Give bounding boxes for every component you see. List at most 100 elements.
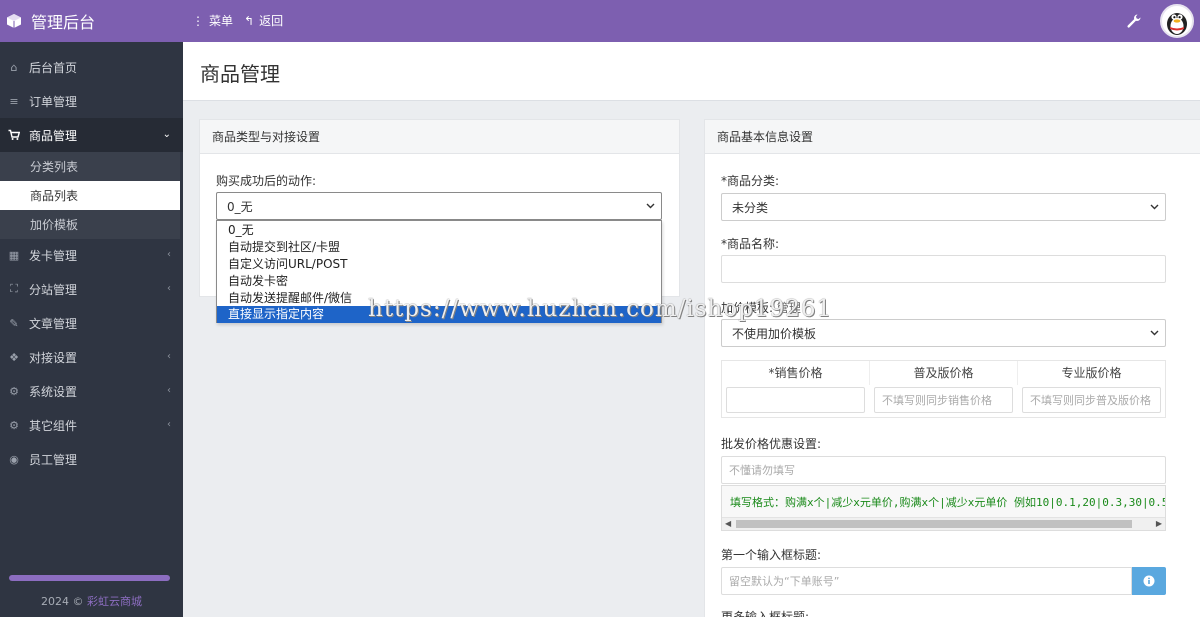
sidebar-item-orders[interactable]: ≡ 订单管理 xyxy=(0,84,183,118)
pro-price-input[interactable]: 不填写则同步普及版价格 xyxy=(1022,387,1161,413)
sidebar-item-label: 系统设置 xyxy=(29,384,78,399)
category-select[interactable]: 未分类 xyxy=(721,193,1166,221)
sidebar-item-label: 员工管理 xyxy=(29,452,78,467)
chevron-left-icon: ‹ xyxy=(167,419,171,430)
back-label: 返回 xyxy=(259,14,284,28)
horizontal-scrollbar[interactable]: ◀ ▶ xyxy=(722,517,1165,530)
list-icon: ≡ xyxy=(9,94,19,108)
edit-icon: ✎ xyxy=(9,316,19,330)
action-select[interactable]: 0_无 xyxy=(216,192,662,220)
page-header: 商品管理 xyxy=(183,42,1200,101)
category-select-value: 未分类 xyxy=(732,200,769,215)
sidebar: ⌂ 后台首页 ≡ 订单管理 商品管理 ⌄ 分类列表 商品列表 加价模板 ▦ 发卡… xyxy=(0,42,183,617)
wholesale-input[interactable]: 不懂请勿填写 xyxy=(721,456,1166,484)
home-icon: ⌂ xyxy=(10,60,18,74)
scroll-left-icon[interactable]: ◀ xyxy=(725,519,731,528)
chevron-down-icon xyxy=(1150,330,1159,336)
sidebar-item-system[interactable]: ⚙ 系统设置 ‹ xyxy=(0,374,183,408)
gear-icon: ⚙ xyxy=(9,384,19,398)
penguin-icon xyxy=(1167,13,1187,35)
action-option[interactable]: 0_无 xyxy=(217,222,661,239)
sidebar-item-cards[interactable]: ▦ 发卡管理 ‹ xyxy=(0,238,183,272)
chevron-down-icon xyxy=(646,203,655,209)
action-label: 购买成功后的动作: xyxy=(216,174,317,188)
first-input-title-field[interactable]: 留空默认为“下单账号” xyxy=(721,567,1132,595)
chevron-left-icon: ‹ xyxy=(167,283,171,294)
copyright: 2024 © 彩虹云商城 xyxy=(0,593,183,609)
action-option[interactable]: 自定义访问URL/POST xyxy=(217,256,661,273)
chevron-down-icon xyxy=(1150,204,1159,210)
sidebar-item-staff[interactable]: ◉ 员工管理 xyxy=(0,442,183,476)
copyright-year: 2024 © xyxy=(41,595,84,608)
sidebar-item-substations[interactable]: ⛶ 分站管理 ‹ xyxy=(0,272,183,306)
cube-icon xyxy=(7,14,21,28)
action-option[interactable]: 自动提交到社区/卡盟 xyxy=(217,239,661,256)
menu-toggle-button[interactable]: ⋮ 菜单 xyxy=(192,12,233,29)
top-bar: 管理后台 ⋮ 菜单 ↰ 返回 xyxy=(0,0,1200,42)
sidebar-subitem-markup-templates[interactable]: 加价模板 xyxy=(0,210,180,239)
price-header-basic: 普及版价格 xyxy=(870,361,1018,385)
category-label: *商品分类: xyxy=(721,174,780,188)
scrollbar-thumb[interactable] xyxy=(736,520,1132,528)
brand[interactable]: 管理后台 xyxy=(0,0,183,42)
cart-icon xyxy=(8,129,20,141)
sitemap-icon: ⛶ xyxy=(10,282,18,295)
user-icon: ◉ xyxy=(9,452,19,466)
panel-heading: 商品基本信息设置 xyxy=(705,120,1200,154)
action-option-highlighted[interactable]: 直接显示指定内容 xyxy=(217,306,661,323)
sidebar-item-label: 其它组件 xyxy=(29,418,78,433)
sidebar-item-label: 发卡管理 xyxy=(29,248,78,263)
sidebar-subitem-label: 分类列表 xyxy=(30,160,79,174)
markup-manage-link[interactable]: 管理 xyxy=(777,301,801,315)
sidebar-item-label: 订单管理 xyxy=(29,94,78,109)
menu-label: 菜单 xyxy=(209,14,234,28)
action-dropdown-list: 0_无 自动提交到社区/卡盟 自定义访问URL/POST 自动发卡密 自动发送提… xyxy=(216,220,662,323)
sidebar-item-label: 分站管理 xyxy=(29,282,78,297)
markup-template-select[interactable]: 不使用加价模板 xyxy=(721,319,1166,347)
chevron-down-icon: ⌄ xyxy=(162,129,171,140)
grid-icon: ▦ xyxy=(8,248,20,262)
panel-heading: 商品类型与对接设置 xyxy=(200,120,679,154)
sidebar-subitem-product-list[interactable]: 商品列表 xyxy=(0,181,180,210)
sidebar-divider xyxy=(9,575,170,581)
action-option[interactable]: 自动发送提醒邮件/微信 xyxy=(217,290,661,307)
sidebar-subitem-categories[interactable]: 分类列表 xyxy=(0,152,180,181)
sidebar-item-label: 商品管理 xyxy=(29,128,78,143)
chevron-left-icon: ‹ xyxy=(167,351,171,362)
sidebar-item-articles[interactable]: ✎ 文章管理 xyxy=(0,306,183,340)
back-button[interactable]: ↰ 返回 xyxy=(244,12,283,29)
markup-label: 加价模板: 管理 xyxy=(721,299,801,316)
sidebar-item-label: 对接设置 xyxy=(29,350,78,365)
info-button[interactable] xyxy=(1132,567,1166,595)
first-input-label: 第一个输入框标题: xyxy=(721,548,822,562)
sidebar-subitem-label: 商品列表 xyxy=(30,189,79,203)
copyright-link[interactable]: 彩虹云商城 xyxy=(87,595,142,608)
chevron-left-icon: ‹ xyxy=(167,385,171,396)
chevron-left-icon: ‹ xyxy=(167,249,171,260)
markup-label-text: 加价模板: xyxy=(721,301,774,315)
info-icon xyxy=(1143,575,1155,587)
wholesale-label: 批发价格优惠设置: xyxy=(721,437,822,451)
ellipsis-vertical-icon: ⋮ xyxy=(192,13,204,28)
product-name-input[interactable] xyxy=(721,255,1166,283)
cubes-icon: ❖ xyxy=(9,350,19,364)
wholesale-hint-box: 填写格式：购满x个|减少x元单价,购满x个|减少x元单价 例如10|0.1,20… xyxy=(721,485,1166,531)
sidebar-item-label: 后台首页 xyxy=(29,60,78,75)
reply-icon: ↰ xyxy=(244,13,255,28)
price-header-pro: 专业版价格 xyxy=(1061,366,1122,380)
sidebar-item-docking[interactable]: ❖ 对接设置 ‹ xyxy=(0,340,183,374)
sidebar-item-products[interactable]: 商品管理 ⌄ xyxy=(0,118,183,152)
wrench-icon[interactable] xyxy=(1126,13,1142,29)
basic-price-input[interactable]: 不填写则同步销售价格 xyxy=(874,387,1013,413)
sidebar-item-components[interactable]: ⚙ 其它组件 ‹ xyxy=(0,408,183,442)
sidebar-subitem-label: 加价模板 xyxy=(30,218,79,232)
scroll-right-icon[interactable]: ▶ xyxy=(1156,519,1162,528)
sidebar-item-label: 文章管理 xyxy=(29,316,78,331)
page-title: 商品管理 xyxy=(200,62,280,86)
cogs-icon: ⚙ xyxy=(9,418,19,432)
action-option[interactable]: 自动发卡密 xyxy=(217,273,661,290)
user-avatar[interactable] xyxy=(1160,4,1194,38)
sale-price-input[interactable] xyxy=(726,387,865,413)
sidebar-item-home[interactable]: ⌂ 后台首页 xyxy=(0,50,183,84)
app-title: 管理后台 xyxy=(31,13,96,32)
